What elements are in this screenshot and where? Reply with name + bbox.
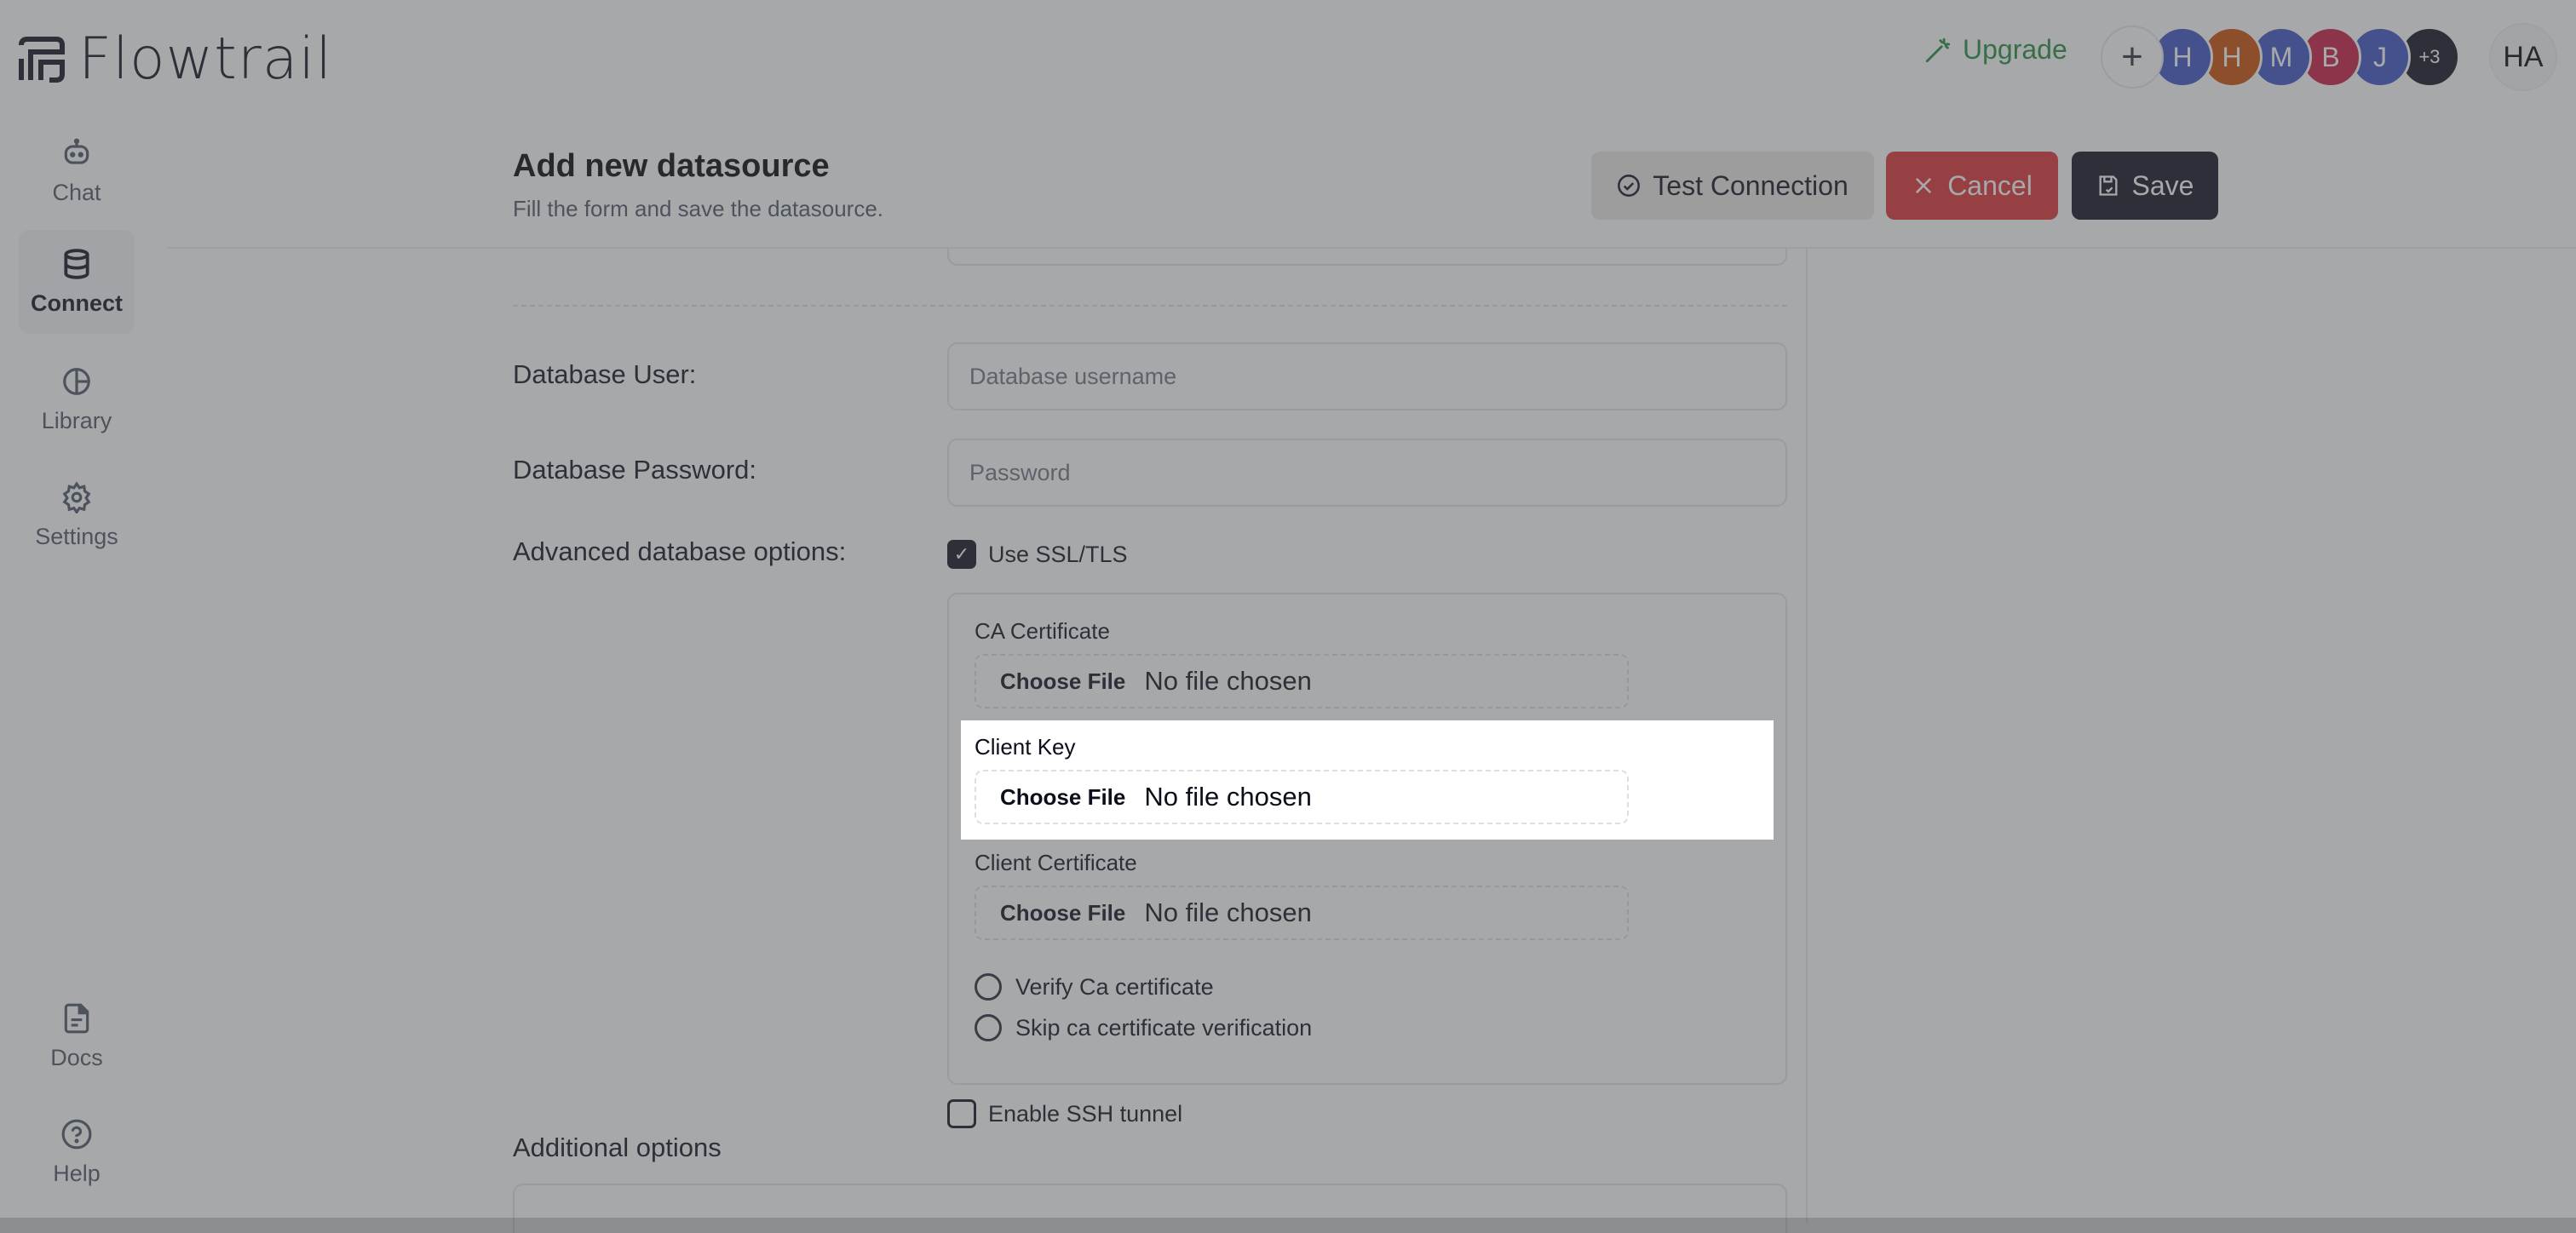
document-icon [64, 1003, 89, 1033]
magic-wand-icon [1925, 37, 1951, 62]
section-separator [513, 305, 1787, 307]
sidebar: Chat Connect Library Settings Docs Help [0, 119, 167, 1233]
user-avatar[interactable]: HA [2489, 23, 2557, 91]
db-password-input[interactable]: Password [947, 439, 1787, 507]
db-password-placeholder: Password [969, 459, 1071, 485]
close-icon [1916, 177, 1932, 194]
upgrade-button[interactable]: Upgrade [1923, 34, 2067, 66]
page-header: Add new datasource Fill the form and sav… [167, 124, 2576, 249]
cancel-button[interactable]: Cancel [1886, 152, 2058, 220]
top-bar: Flowtrail Upgrade + H H M B J +3 HA [0, 0, 2576, 119]
db-user-placeholder: Database username [969, 363, 1177, 389]
pie-chart-icon [63, 367, 90, 395]
choose-file-button[interactable]: Choose File [1000, 784, 1125, 811]
page-title: Add new datasource [513, 148, 830, 184]
plus-icon: + [2121, 36, 2143, 77]
choose-file-button[interactable]: Choose File [1000, 668, 1125, 695]
add-member-button[interactable]: + [2101, 26, 2164, 89]
checkbox-unchecked-icon [947, 1099, 976, 1128]
save-button[interactable]: Save [2072, 152, 2218, 220]
additional-options-title: Additional options [513, 1133, 722, 1162]
sidebar-item-library[interactable]: Library [19, 347, 135, 451]
database-icon [64, 248, 89, 279]
test-connection-button[interactable]: Test Connection [1591, 152, 1874, 220]
db-password-label: Database Password: [513, 455, 757, 485]
sidebar-item-docs[interactable]: Docs [19, 984, 135, 1088]
advanced-options-label: Advanced database options: [513, 536, 847, 566]
page-subtitle: Fill the form and save the datasource. [513, 196, 884, 221]
check-circle-icon [1618, 175, 1641, 197]
file-status: No file chosen [1144, 782, 1312, 811]
column-divider [1806, 249, 1808, 1223]
checkbox-checked-icon: ✓ [947, 540, 976, 569]
save-icon [2099, 175, 2118, 196]
use-ssl-checkbox[interactable]: ✓ Use SSL/TLS [947, 540, 1128, 569]
previous-field-edge [947, 249, 1787, 266]
radio-unselected-icon [975, 973, 1002, 1001]
file-status: No file chosen [1144, 666, 1312, 696]
radio-unselected-icon [975, 1014, 1002, 1041]
sidebar-item-settings[interactable]: Settings [19, 463, 135, 567]
sidebar-item-help[interactable]: Help [19, 1100, 135, 1204]
team-members: + H H M B J +3 [2101, 26, 2460, 89]
sidebar-item-connect[interactable]: Connect [19, 230, 135, 334]
upgrade-label: Upgrade [1963, 34, 2067, 65]
sidebar-item-chat[interactable]: Chat [19, 119, 135, 223]
brand[interactable]: Flowtrail [19, 26, 332, 93]
flowtrail-logo-icon [19, 36, 65, 83]
choose-file-button[interactable]: Choose File [1000, 900, 1125, 926]
robot-icon [64, 138, 89, 164]
ca-certificate-label: CA Certificate [975, 618, 1110, 644]
ssh-tunnel-checkbox[interactable]: Enable SSH tunnel [947, 1099, 1182, 1128]
client-key-label: Client Key [975, 734, 1076, 760]
client-certificate-label: Client Certificate [975, 850, 1137, 875]
db-user-input[interactable]: Database username [947, 342, 1787, 410]
ca-certificate-file-input[interactable]: Choose File No file chosen [975, 654, 1629, 708]
gear-icon [62, 480, 91, 513]
skip-ca-verification-radio[interactable]: Skip ca certificate verification [975, 1014, 1312, 1041]
db-user-label: Database User: [513, 359, 697, 389]
file-status: No file chosen [1144, 898, 1312, 927]
app-name: Flowtrail [78, 26, 333, 93]
client-certificate-file-input[interactable]: Choose File No file chosen [975, 886, 1629, 940]
verify-ca-radio[interactable]: Verify Ca certificate [975, 973, 1214, 1001]
additional-options-panel [513, 1184, 1787, 1233]
help-circle-icon [61, 1119, 92, 1149]
client-key-file-input[interactable]: Choose File No file chosen [975, 770, 1629, 824]
